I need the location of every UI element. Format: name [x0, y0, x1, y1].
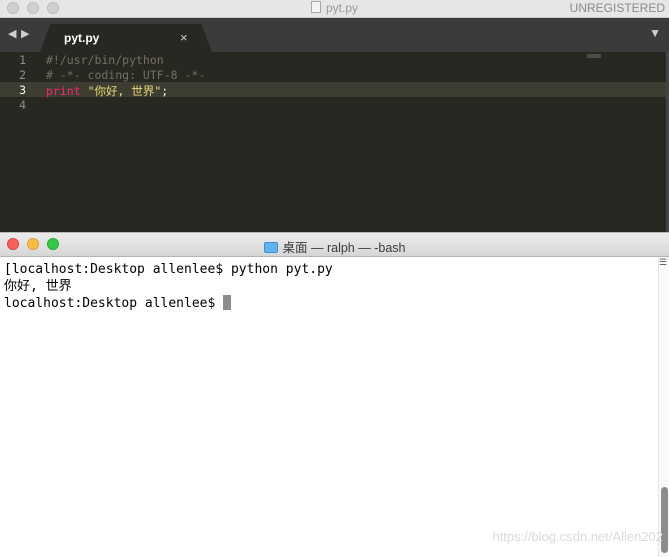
- code-keyword: print: [46, 84, 81, 98]
- editor-titlebar: pyt.py UNREGISTERED: [0, 0, 669, 18]
- line-number: 1: [19, 53, 26, 67]
- code-editor[interactable]: 1 2 3 4 #!/usr/bin/python # -*- coding: …: [0, 52, 669, 232]
- tab-label: pyt.py: [64, 31, 100, 45]
- code-line-encoding: # -*- coding: UTF-8 -*-: [46, 68, 206, 82]
- folder-icon: [263, 242, 278, 253]
- tab-close-icon[interactable]: ×: [180, 30, 188, 45]
- file-icon: [310, 1, 321, 13]
- forward-arrow-icon[interactable]: ▶: [21, 27, 29, 40]
- terminal-titlebar: 桌面 — ralph — -bash: [0, 233, 669, 257]
- tab-pyt-py[interactable]: pyt.py ×: [40, 24, 212, 52]
- terminal-title: 桌面 — ralph — -bash: [0, 237, 669, 256]
- line-number-current: 3: [19, 83, 26, 97]
- code-semicolon: ;: [161, 84, 169, 98]
- tab-dropdown-icon[interactable]: ▼: [649, 26, 661, 40]
- code-line-shebang: #!/usr/bin/python: [46, 53, 164, 67]
- license-status: UNREGISTERED: [569, 1, 665, 15]
- back-arrow-icon[interactable]: ◀: [8, 27, 16, 40]
- terminal-title-text: 桌面 — ralph — -bash: [282, 241, 406, 255]
- editor-window: pyt.py UNREGISTERED ◀ ▶ pyt.py × ▼ 1 2 3…: [0, 0, 669, 232]
- terminal-window: 桌面 — ralph — -bash [localhost:Desktop al…: [0, 232, 669, 557]
- watermark: https://blog.csdn.net/Allen202: [492, 529, 663, 544]
- code-string: "你好, 世界": [87, 84, 162, 98]
- terminal-line-output: 你好, 世界: [4, 279, 72, 294]
- line-number: 4: [19, 98, 26, 112]
- editor-title-text: pyt.py: [325, 1, 358, 15]
- minimap[interactable]: [587, 54, 601, 58]
- text-cursor: [223, 295, 232, 310]
- tab-bar: ◀ ▶ pyt.py × ▼: [0, 18, 669, 52]
- prompt-text: localhost:Desktop allenlee$: [4, 296, 224, 311]
- terminal-line-prompt: localhost:Desktop allenlee$: [4, 295, 333, 312]
- line-number: 2: [19, 68, 26, 82]
- terminal-line-command: [localhost:Desktop allenlee$ python pyt.…: [4, 262, 333, 277]
- editor-window-title: pyt.py: [0, 1, 669, 15]
- menu-icon[interactable]: ☰: [659, 258, 668, 267]
- code-line-print: print "你好, 世界";: [46, 83, 168, 99]
- terminal-output[interactable]: [localhost:Desktop allenlee$ python pyt.…: [4, 261, 333, 312]
